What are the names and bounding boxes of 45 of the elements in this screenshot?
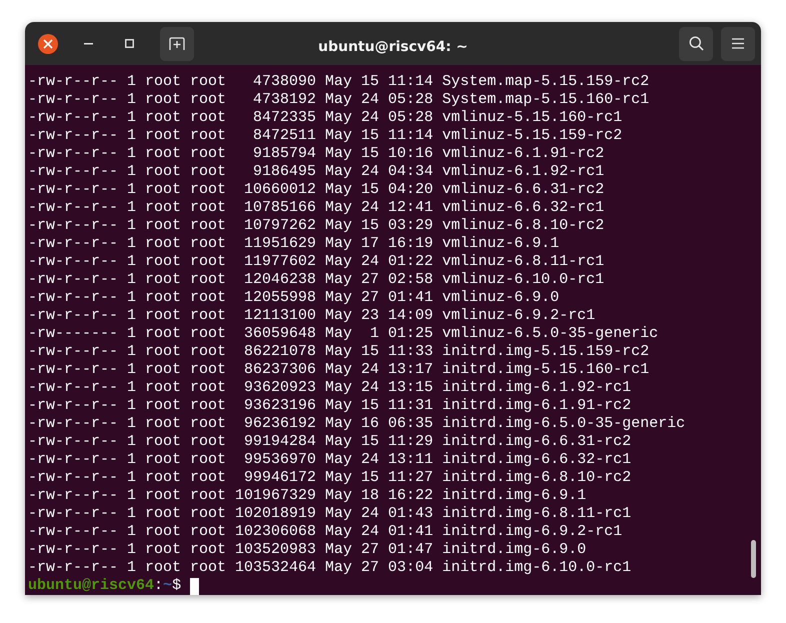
output-line: -rw-r--r-- 1 root root 101967329 May 18 16:22 initrd.img-6.9.1	[28, 487, 586, 504]
output-line: -rw-r--r-- 1 root root 4738090 May 15 11:14 System.map-5.15.159-rc2	[28, 73, 650, 90]
output-line: -rw-r--r-- 1 root root 10785166 May 24 12:41 vmlinuz-6.6.32-rc1	[28, 199, 604, 216]
output-line: -rw-r--r-- 1 root root 12046238 May 27 02:58 vmlinuz-6.10.0-rc1	[28, 271, 604, 288]
output-line: -rw-r--r-- 1 root root 99536970 May 24 13:11 initrd.img-6.6.32-rc1	[28, 451, 632, 468]
minimize-icon	[84, 42, 92, 44]
menu-icon	[732, 38, 744, 49]
output-line: -rw-r--r-- 1 root root 103520983 May 27 01:47 initrd.img-6.9.0	[28, 541, 586, 558]
output-line: -rw-r--r-- 1 root root 9185794 May 15 10:16 vmlinuz-6.1.91-rc2	[28, 145, 604, 162]
scrollbar-thumb[interactable]	[751, 540, 756, 578]
output-line: -rw-r--r-- 1 root root 86221078 May 15 11:33 initrd.img-5.15.159-rc2	[28, 343, 650, 360]
output-line: -rw-r--r-- 1 root root 8472335 May 24 05:28 vmlinuz-5.15.160-rc1	[28, 109, 622, 126]
window-title: ubuntu@riscv64: ~	[318, 39, 468, 55]
close-button[interactable]	[38, 34, 58, 54]
output-line: -rw------- 1 root root 36059648 May 1 01:25 vmlinuz-6.5.0-35-generic	[28, 325, 658, 342]
output-line: -rw-r--r-- 1 root root 93620923 May 24 13:15 initrd.img-6.1.92-rc1	[28, 379, 632, 396]
new-tab-button[interactable]	[160, 26, 194, 60]
prompt-user-host: ubuntu@riscv64	[28, 577, 154, 595]
output-line: -rw-r--r-- 1 root root 10797262 May 15 03:29 vmlinuz-6.8.10-rc2	[28, 217, 604, 234]
output-line: -rw-r--r-- 1 root root 8472511 May 15 11:14 vmlinuz-5.15.159-rc2	[28, 127, 622, 144]
prompt-symbol: $	[172, 577, 182, 595]
output-line: -rw-r--r-- 1 root root 9186495 May 24 04:34 vmlinuz-6.1.92-rc1	[28, 163, 604, 180]
output-line: -rw-r--r-- 1 root root 10660012 May 15 04:20 vmlinuz-6.6.31-rc2	[28, 181, 604, 198]
menu-button[interactable]	[721, 26, 755, 60]
output-line: -rw-r--r-- 1 root root 99194284 May 15 11:29 initrd.img-6.6.31-rc2	[28, 433, 632, 450]
close-icon	[43, 38, 53, 48]
output-line: -rw-r--r-- 1 root root 86237306 May 24 13:17 initrd.img-5.15.160-rc1	[28, 361, 650, 378]
output-line: -rw-r--r-- 1 root root 93623196 May 15 11:31 initrd.img-6.1.91-rc2	[28, 397, 632, 414]
text-cursor	[190, 578, 200, 594]
output-line: -rw-r--r-- 1 root root 12055998 May 27 01:41 vmlinuz-6.9.0	[28, 289, 560, 306]
output-line: -rw-r--r-- 1 root root 11977602 May 24 01:22 vmlinuz-6.8.11-rc1	[28, 253, 604, 270]
search-icon	[688, 36, 704, 51]
new-tab-icon	[169, 36, 185, 50]
output-line: -rw-r--r-- 1 root root 102306068 May 24 01:41 initrd.img-6.9.2-rc1	[28, 523, 622, 540]
output-line: -rw-r--r-- 1 root root 99946172 May 15 11:27 initrd.img-6.8.10-rc2	[28, 469, 632, 486]
output-line: -rw-r--r-- 1 root root 12113100 May 23 14:09 vmlinuz-6.9.2-rc1	[28, 307, 596, 324]
search-button[interactable]	[679, 26, 713, 60]
output-line: -rw-r--r-- 1 root root 103532464 May 27 03:04 initrd.img-6.10.0-rc1	[28, 559, 632, 576]
prompt-separator: :	[154, 577, 164, 595]
output-line: -rw-r--r-- 1 root root 96236192 May 16 06:35 initrd.img-6.5.0-35-generic	[28, 415, 686, 432]
output-line: -rw-r--r-- 1 root root 4738192 May 24 05:28 System.map-5.15.160-rc1	[28, 91, 650, 108]
prompt-path: ~	[163, 577, 172, 595]
output-line: -rw-r--r-- 1 root root 102018919 May 24 01:43 initrd.img-6.8.11-rc1	[28, 505, 632, 522]
output-line: -rw-r--r-- 1 root root 11951629 May 17 16:19 vmlinuz-6.9.1	[28, 235, 560, 252]
maximize-icon	[124, 39, 134, 48]
